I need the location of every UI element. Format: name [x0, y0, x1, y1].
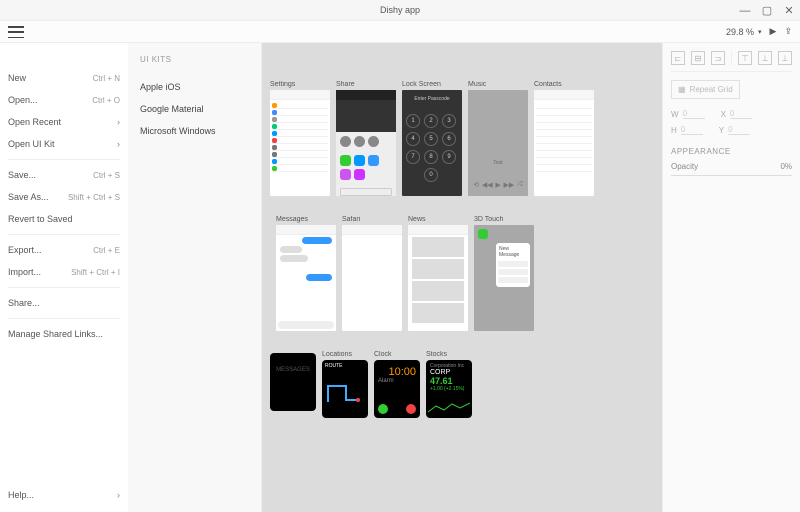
opacity-label: Opacity — [671, 162, 698, 171]
toolbar: 29.8 %▾ ▶ ⇪ — [0, 21, 800, 43]
menu-item[interactable]: Save...Ctrl + S — [8, 164, 120, 186]
title-bar: Dishy app — ▢ ✕ — [0, 0, 800, 21]
artboard[interactable]: Share — [336, 81, 396, 196]
align-top-icon[interactable]: ⊤ — [738, 51, 752, 65]
artboard[interactable]: Safari — [342, 216, 402, 331]
artboard[interactable]: Settings — [270, 81, 330, 196]
menu-item[interactable]: Open UI Kit› — [8, 133, 120, 155]
align-right-icon[interactable]: ⊐ — [711, 51, 725, 65]
ui-kits-panel: UI KITS Apple iOSGoogle MaterialMicrosof… — [128, 43, 262, 512]
main-menu: NewCtrl + NOpen...Ctrl + OOpen Recent›Op… — [0, 43, 128, 512]
menu-item[interactable]: Export...Ctrl + E — [8, 239, 120, 261]
align-bottom-icon[interactable]: ⊥ — [778, 51, 792, 65]
menu-item[interactable]: Open...Ctrl + O — [8, 89, 120, 111]
artboard[interactable]: MusicText⟲◀◀▶▶▶⤮ — [468, 81, 528, 196]
kit-item[interactable]: Apple iOS — [140, 76, 261, 98]
align-center-icon[interactable]: ⊟ — [691, 51, 705, 65]
canvas[interactable]: SettingsShareLock ScreenEnter Passcode12… — [262, 43, 662, 512]
artboard[interactable]: News — [408, 216, 468, 331]
menu-item[interactable]: Save As...Shift + Ctrl + S — [8, 186, 120, 208]
align-middle-icon[interactable]: ⊥ — [758, 51, 772, 65]
artboard[interactable]: Contacts — [534, 81, 594, 196]
repeat-grid-button[interactable]: ▦ Repeat Grid — [671, 80, 740, 99]
menu-item[interactable]: NewCtrl + N — [8, 67, 120, 89]
align-left-icon[interactable]: ⊏ — [671, 51, 685, 65]
artboard[interactable]: Clock10:00Alarm — [374, 351, 420, 418]
share-icon[interactable]: ⇪ — [784, 26, 792, 37]
app-title: Dishy app — [380, 5, 420, 15]
properties-panel: ⊏ ⊟ ⊐ ⊤ ⊥ ⊥ ▦ Repeat Grid W0 X0 H0 Y0 AP… — [662, 43, 800, 512]
artboard[interactable]: MESSAGES — [270, 351, 316, 418]
artboard[interactable]: LocationsROUTE — [322, 351, 368, 418]
restore-button[interactable]: ▢ — [756, 0, 778, 21]
kit-item[interactable]: Google Material — [140, 98, 261, 120]
menu-item[interactable]: Share... — [8, 292, 120, 314]
menu-item[interactable]: Manage Shared Links... — [8, 323, 120, 345]
menu-item[interactable]: Revert to Saved — [8, 208, 120, 230]
artboard[interactable]: Lock ScreenEnter Passcode1234567890 — [402, 81, 462, 196]
artboard[interactable]: Messages — [276, 216, 336, 331]
menu-item-help[interactable]: Help...› — [8, 484, 120, 506]
menu-item[interactable]: Import...Shift + Ctrl + I — [8, 261, 120, 283]
opacity-value: 0% — [780, 162, 792, 171]
ui-kits-title: UI KITS — [140, 55, 261, 64]
hamburger-icon[interactable] — [8, 26, 24, 38]
appearance-section: APPEARANCE — [671, 147, 792, 156]
play-icon[interactable]: ▶ — [770, 26, 777, 37]
artboard[interactable]: 3D TouchNew Message — [474, 216, 534, 331]
artboard[interactable]: StocksCorporation IncCORP47.61+1.00 (+2.… — [426, 351, 472, 418]
opacity-slider[interactable] — [671, 175, 792, 176]
kit-item[interactable]: Microsoft Windows — [140, 120, 261, 142]
close-button[interactable]: ✕ — [778, 0, 800, 21]
zoom-control[interactable]: 29.8 %▾ — [726, 27, 762, 37]
minimize-button[interactable]: — — [734, 0, 756, 21]
menu-item[interactable]: Open Recent› — [8, 111, 120, 133]
